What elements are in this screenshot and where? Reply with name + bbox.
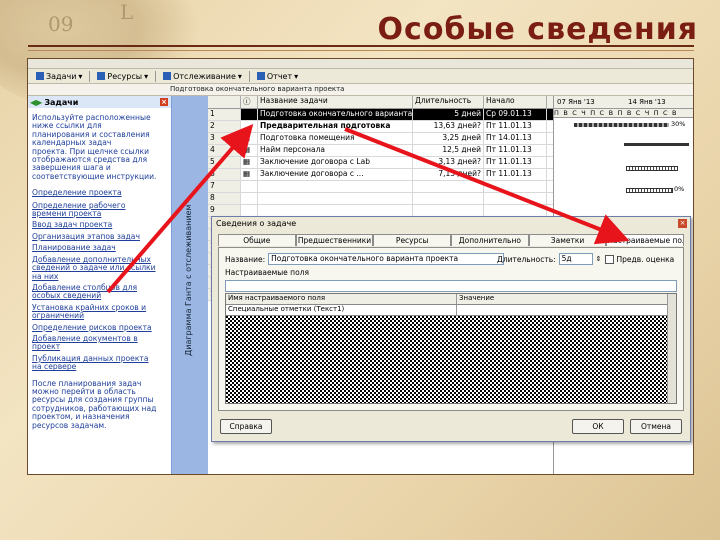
annotation-arrows [106, 123, 630, 294]
arrow-to-task-row [106, 123, 254, 294]
arrow-to-custom-fields-tab [344, 127, 630, 245]
